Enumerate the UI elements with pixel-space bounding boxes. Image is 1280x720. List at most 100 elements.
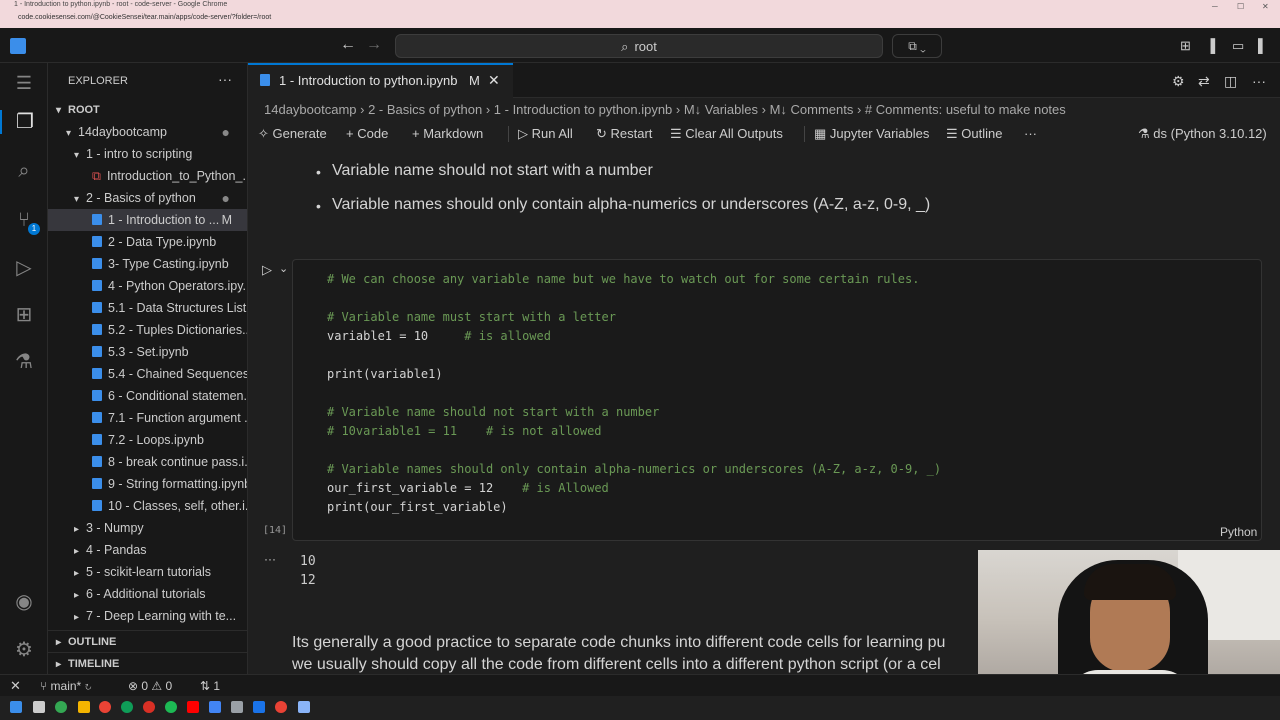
output-more-icon[interactable]: ···: [264, 552, 276, 566]
tree-item-label: 2 - Data Type.ipynb: [108, 235, 217, 249]
folder-tree-item[interactable]: ● ▾ 2 - Basics of python: [48, 187, 247, 209]
explorer-root-section[interactable]: ▾ ROOT: [48, 99, 247, 121]
chevron-down-icon: ▾: [56, 105, 62, 116]
folder-tree-item[interactable]: ▾ 1 - intro to scripting: [48, 143, 247, 165]
file-tree-item[interactable]: 8 - break continue pass.i...: [48, 451, 247, 473]
account-icon[interactable]: ◉: [12, 590, 36, 614]
file-tree-item[interactable]: 2 - Data Type.ipynb: [48, 231, 247, 253]
chrome-icon[interactable]: [99, 701, 111, 713]
settings-app-icon[interactable]: [298, 701, 310, 713]
file-tree-item[interactable]: 6 - Conditional statemen...: [48, 385, 247, 407]
jupyter-variables-button[interactable]: ▦ Jupyter Variables: [814, 126, 929, 142]
toolbar-more-button[interactable]: ···: [1024, 126, 1037, 141]
folder-tree-item[interactable]: ▸ 5 - scikit-learn tutorials: [48, 561, 247, 583]
tree-item-label: 4 - Python Operators.ipy...: [108, 279, 248, 293]
activity-bar: ☰ ❐ ⌕ ⑂ 1 ▷ ⊞ ⚗ ◉ ⚙: [0, 63, 48, 674]
file-tree-item[interactable]: 5.3 - Set.ipynb: [48, 341, 247, 363]
cell-language[interactable]: Python: [1220, 525, 1257, 539]
clear-outputs-button[interactable]: ☰ Clear All Outputs: [670, 126, 783, 142]
plus-icon: +: [346, 126, 358, 141]
file-tree-item[interactable]: 5.4 - Chained Sequences...: [48, 363, 247, 385]
notebook-file-icon: [92, 258, 102, 269]
chevron-down-icon[interactable]: ⌄: [279, 262, 288, 275]
maximize-icon[interactable]: ☐: [1237, 2, 1244, 11]
toggle-sidebar-icon[interactable]: ▐: [1206, 38, 1215, 53]
folder-tree-item[interactable]: ● ▾ 14daybootcamp: [48, 121, 247, 143]
branch-indicator[interactable]: ⑂ main* ↻: [40, 679, 92, 693]
outline-section[interactable]: ▸ OUTLINE: [48, 630, 247, 652]
code-line: variable1 = 10 # is allowed: [327, 329, 551, 343]
code-cell[interactable]: [292, 259, 1262, 541]
recorder-icon[interactable]: [275, 701, 287, 713]
layout-customize-icon[interactable]: ⊞: [1180, 38, 1191, 54]
folder-tree-item[interactable]: ▸ 4 - Pandas: [48, 539, 247, 561]
toggle-secondary-sidebar-icon[interactable]: ▌: [1258, 38, 1267, 53]
kernel-picker[interactable]: ⚗ ds (Python 3.10.12): [1138, 126, 1267, 142]
outline-toolbar-label: Outline: [961, 126, 1003, 141]
restart-icon: ↻: [596, 126, 611, 141]
toggle-panel-icon[interactable]: ▭: [1232, 38, 1244, 54]
file-tree-item[interactable]: 4 - Python Operators.ipy...: [48, 275, 248, 297]
folder-tree-item[interactable]: ▸ 7 - Deep Learning with te...: [48, 605, 247, 627]
back-arrow-icon[interactable]: ←: [340, 36, 356, 54]
diff-icon[interactable]: ⇄: [1198, 73, 1210, 90]
explorer-icon[interactable]: ❐: [0, 110, 48, 134]
file-tree-item[interactable]: 7.2 - Loops.ipynb: [48, 429, 247, 451]
extensions-icon[interactable]: ⊞: [12, 303, 36, 327]
task-view-icon[interactable]: [33, 701, 45, 713]
add-code-button[interactable]: + Code: [346, 126, 388, 141]
testing-icon[interactable]: ⚗: [12, 350, 36, 374]
close-tab-icon[interactable]: ✕: [488, 72, 500, 89]
more-actions-icon[interactable]: ···: [218, 71, 232, 87]
minimize-icon[interactable]: ─: [1212, 2, 1218, 11]
file-tree-item[interactable]: 9 - String formatting.ipynb: [48, 473, 247, 495]
source-control-badge: 1: [28, 223, 40, 235]
windows-start-icon[interactable]: [10, 701, 22, 713]
ports-indicator[interactable]: ⇅ 1: [200, 679, 220, 693]
outline-button[interactable]: ☰ Outline: [946, 126, 1002, 142]
browser-url[interactable]: code.cookiesensei.com/@CookieSensei/tear…: [18, 14, 271, 21]
file-tree-item[interactable]: 10 - Classes, self, other.i...: [48, 495, 247, 517]
timeline-section[interactable]: ▸ TIMELINE: [48, 652, 247, 674]
close-window-icon[interactable]: ✕: [1262, 2, 1269, 11]
restart-button[interactable]: ↻ Restart: [596, 126, 652, 142]
generate-button[interactable]: ✧ Generate: [258, 126, 327, 142]
youtube-icon[interactable]: [187, 701, 199, 713]
file-tree-item[interactable]: 5.1 - Data Structures List...: [48, 297, 248, 319]
file-tree-item[interactable]: M1 - Introduction to ...: [48, 209, 247, 231]
copilot-icon[interactable]: ⧉ ⌄: [892, 34, 942, 58]
breadcrumb[interactable]: 14daybootcamp › 2 - Basics of python › 1…: [264, 102, 1066, 117]
remote-icon[interactable]: ✕: [10, 678, 21, 694]
file-explorer-icon[interactable]: [78, 701, 90, 713]
editor-more-icon[interactable]: ···: [1252, 73, 1266, 89]
tree-item-label: 5.1 - Data Structures List...: [108, 301, 248, 315]
opera-icon[interactable]: [143, 701, 155, 713]
vscode-icon[interactable]: [253, 701, 265, 713]
problems-indicator[interactable]: ⊗ 0 ⚠ 0: [128, 679, 172, 693]
spotify-icon[interactable]: [55, 701, 67, 713]
file-tree-item[interactable]: 7.1 - Function argument ...: [48, 407, 247, 429]
settings-gear-icon[interactable]: ⚙: [1172, 73, 1185, 90]
photos-icon[interactable]: [231, 701, 243, 713]
manage-gear-icon[interactable]: ⚙: [12, 638, 36, 662]
run-debug-icon[interactable]: ▷: [12, 256, 36, 280]
hamburger-menu-icon[interactable]: ☰: [12, 71, 36, 95]
edge-icon[interactable]: [121, 701, 133, 713]
split-editor-icon[interactable]: ◫: [1224, 73, 1237, 90]
search-view-icon[interactable]: ⌕: [12, 159, 36, 183]
file-tree-item[interactable]: ⧉ Introduction_to_Python_...: [48, 165, 247, 187]
file-tree-item[interactable]: 5.2 - Tuples Dictionaries...: [48, 319, 247, 341]
command-center-search[interactable]: ⌕ root: [395, 34, 883, 58]
run-cell-icon[interactable]: ▷: [262, 262, 272, 278]
tab-notebook[interactable]: 1 - Introduction to python.ipynb M ✕: [248, 63, 513, 98]
menu-icon[interactable]: [10, 38, 26, 54]
folder-tree-item[interactable]: ▸ 3 - Numpy: [48, 517, 247, 539]
run-all-button[interactable]: ▷ Run All: [518, 126, 573, 142]
add-markdown-button[interactable]: + Markdown: [412, 126, 483, 141]
tree-item-label: 1 - intro to scripting: [86, 147, 193, 161]
file-tree-item[interactable]: 3- Type Casting.ipynb: [48, 253, 247, 275]
folder-tree-item[interactable]: ▸ 6 - Additional tutorials: [48, 583, 247, 605]
forward-arrow-icon[interactable]: →: [366, 36, 382, 54]
music-icon[interactable]: [165, 701, 177, 713]
app-icon[interactable]: [209, 701, 221, 713]
